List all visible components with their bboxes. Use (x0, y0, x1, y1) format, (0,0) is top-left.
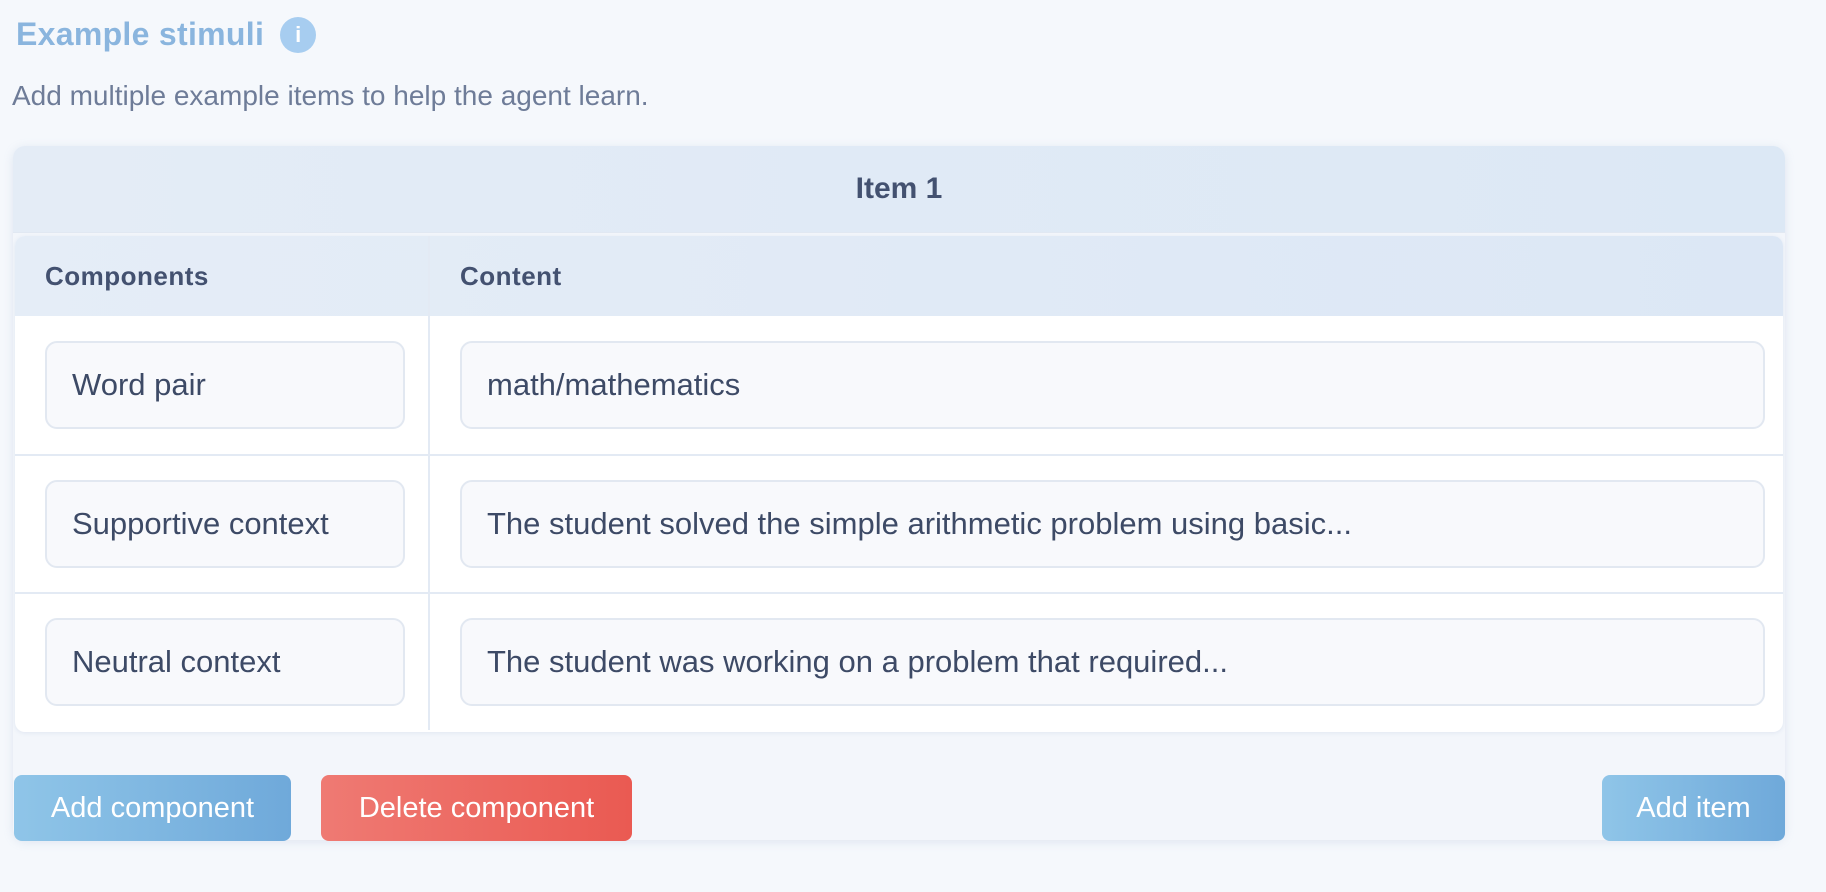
section-title: Example stimuli (16, 16, 265, 52)
table-row: Word pair math/mathematics (15, 316, 1783, 454)
section-header: Example stimuli i (16, 16, 317, 53)
table-header: Components Content (15, 236, 1783, 316)
table-row: Neutral context The student was working … (15, 592, 1783, 730)
column-header-components: Components (15, 236, 430, 316)
section-description: Add multiple example items to help the a… (12, 80, 649, 111)
component-content-field[interactable]: The student was working on a problem tha… (460, 618, 1765, 706)
table-row: Supportive context The student solved th… (15, 454, 1783, 592)
components-table: Components Content Word pair math/mathem… (15, 236, 1783, 732)
info-icon[interactable]: i (280, 16, 317, 53)
component-name-field[interactable]: Word pair (45, 341, 405, 429)
component-name-field[interactable]: Neutral context (45, 618, 405, 706)
component-content-field[interactable]: math/mathematics (460, 341, 1765, 429)
add-item-button[interactable]: Add item (1602, 775, 1785, 841)
item-card: Item 1 Components Content Word pair math… (13, 146, 1785, 840)
add-component-button[interactable]: Add component (14, 775, 291, 841)
component-name-field[interactable]: Supportive context (45, 480, 405, 568)
component-content-field[interactable]: The student solved the simple arithmetic… (460, 480, 1765, 568)
column-header-content: Content (460, 260, 562, 291)
item-title: Item 1 (13, 146, 1785, 233)
delete-component-button[interactable]: Delete component (321, 775, 632, 841)
